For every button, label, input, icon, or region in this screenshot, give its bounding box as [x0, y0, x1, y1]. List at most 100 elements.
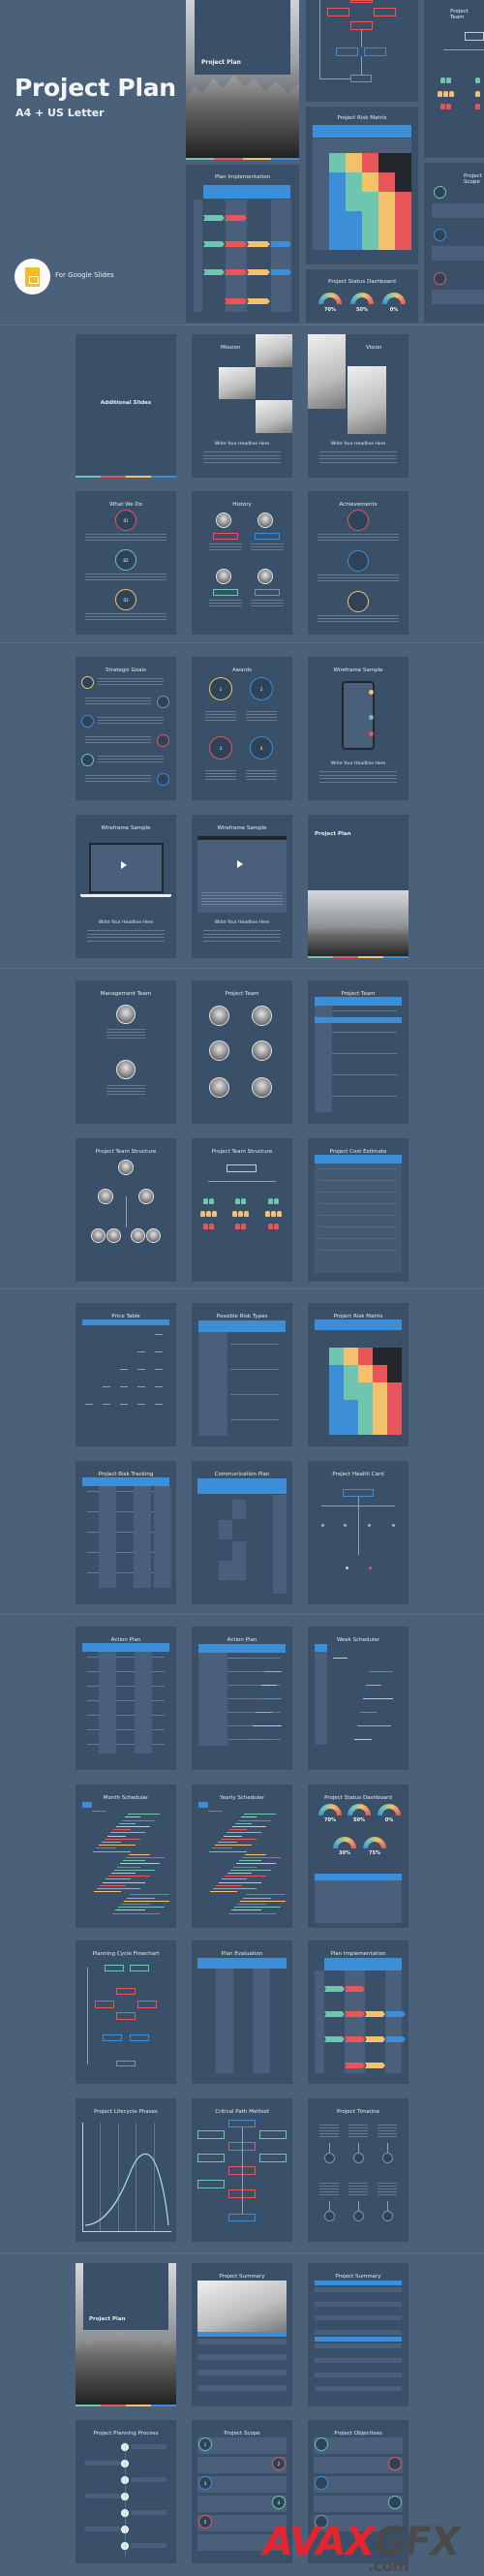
slide-thumbnail[interactable]: Planning Cycle Flowchart: [76, 1940, 176, 2084]
text-line: [251, 603, 284, 604]
flow-box: [197, 2180, 225, 2188]
slide-thumbnail[interactable]: Strategic Goals: [76, 657, 176, 800]
slide-thumbnail[interactable]: Wireframe Sample Write Your Headline Here: [192, 815, 292, 958]
schedule-bar: [240, 1900, 286, 1902]
slide-thumbnail[interactable]: What We Do 01 02 03: [76, 491, 176, 635]
slide-thumbnail[interactable]: Possible Risk Types: [192, 1303, 292, 1446]
schedule-bar: [209, 1850, 247, 1852]
slide-thumbnail[interactable]: Plan Evaluation: [192, 1940, 292, 2084]
price-cell: [155, 1369, 163, 1370]
slide-thumbnail[interactable]: Project Team Structure: [76, 1138, 176, 1282]
table-row: [315, 2343, 402, 2349]
schedule-bar: [228, 1658, 243, 1659]
slide-thumbnail[interactable]: Mission Write Your Headline Here: [192, 334, 292, 478]
slide-title: Project Summary: [335, 2274, 381, 2280]
slide-thumbnail[interactable]: Project Risk Matrix: [308, 1303, 408, 1446]
table-header: [315, 1319, 402, 1330]
avatar: [131, 1228, 145, 1243]
slide-thumbnail[interactable]: Management Team: [76, 980, 176, 1124]
slide-thumbnail[interactable]: Achievements: [308, 491, 408, 635]
curve-path: [84, 2153, 169, 2226]
slide-thumbnail[interactable]: Project Summary: [192, 2263, 292, 2406]
google-slides-icon: [25, 266, 40, 287]
text-line: [203, 458, 281, 459]
price-cell: [137, 1351, 145, 1352]
schedule-bar: [261, 1685, 277, 1686]
slide-thumbnail[interactable]: Action Plan: [192, 1627, 292, 1770]
slide-thumbnail[interactable]: Project Cost Estimate: [308, 1138, 408, 1282]
slide-thumbnail[interactable]: Vision Write Your Headline Here: [308, 334, 408, 478]
slide-thumbnail[interactable]: Project Planning Process 1 2 3 4 5 6 7: [76, 2420, 176, 2563]
table-row: [315, 2393, 402, 2399]
goal-icon: [81, 676, 94, 689]
schedule-bar: [228, 1912, 276, 1914]
slide-thumbnail[interactable]: Project Lifecycle Phases: [76, 2098, 176, 2242]
slide-thumbnail[interactable]: Price Table: [76, 1303, 176, 1446]
text-line: [318, 540, 399, 541]
slide-thumbnail[interactable]: Project Plan: [76, 2263, 176, 2406]
text-line: [378, 2183, 397, 2184]
slide-thumbnail[interactable]: Additional Slides: [76, 334, 176, 478]
slide-thumbnail[interactable]: History: [192, 491, 292, 635]
slide-thumbnail[interactable]: Project Plan: [308, 815, 408, 958]
slide-thumbnail[interactable]: Project Team: [308, 980, 408, 1124]
phase-chevron: [365, 2011, 385, 2017]
table-header: [82, 1319, 169, 1325]
schedule-bar: [127, 1897, 155, 1899]
slide-thumbnail[interactable]: Action Plan: [76, 1627, 176, 1770]
timeline-stem: [329, 2143, 330, 2153]
text-line: [246, 717, 277, 718]
slide-thumbnail[interactable]: Plan Implementation: [308, 1940, 408, 2084]
slide-thumbnail[interactable]: Project Summary: [308, 2263, 408, 2406]
table-header: [198, 1320, 286, 1332]
text-line: [98, 761, 164, 762]
schedule-bar: [225, 1876, 266, 1878]
slide-thumbnail[interactable]: Wireframe Sample Write Your Headline Here: [308, 657, 408, 800]
table-body: [315, 1880, 402, 1923]
flow-box: [255, 533, 280, 540]
slide-thumbnail[interactable]: Month Scheduler: [76, 1785, 176, 1928]
risk-cell: [395, 192, 411, 211]
timeline-icon: [382, 2153, 393, 2163]
slide-thumbnail[interactable]: Project Timeline: [308, 2098, 408, 2242]
slide-thumbnail[interactable]: Wireframe Sample Write Your Headline Here: [76, 815, 176, 958]
slide-thumbnail[interactable]: Critical Path Method: [192, 2098, 292, 2242]
slide-thumbnail[interactable]: Project Team: [192, 980, 292, 1124]
text-line: [246, 773, 277, 774]
schedule-bar: [118, 1907, 165, 1909]
headline: Write Your Headline Here: [214, 920, 270, 925]
person-icon: [203, 1224, 208, 1229]
text-line: [203, 461, 281, 463]
price-cell: [120, 1386, 128, 1387]
scope-step: 5: [198, 2515, 212, 2529]
goal-icon: [157, 734, 169, 747]
slide-thumbnail[interactable]: Project Team Structure: [192, 1138, 292, 1282]
table-cell: [219, 1520, 232, 1539]
table-cell: [232, 1541, 246, 1580]
objective-icon: [315, 2476, 328, 2490]
slide-thumbnail[interactable]: Yearly Scheduler: [192, 1785, 292, 1928]
text-line: [319, 2127, 339, 2128]
schedule-bar: [114, 1869, 155, 1871]
org-line: [126, 1196, 127, 1227]
schedule-bar: [333, 1658, 348, 1659]
text-line: [318, 580, 399, 581]
slide-thumbnail[interactable]: Communication Plan: [192, 1461, 292, 1604]
text-line: [319, 2183, 339, 2184]
slide-thumbnail[interactable]: Awards 1 2 3 4: [192, 657, 292, 800]
table-row: [315, 2322, 402, 2328]
phase-chevron: [345, 1986, 365, 1992]
slide-thumbnail[interactable]: Project Status Dashboard 70% 50% 0% 30% 75%: [308, 1785, 408, 1928]
text-line: [85, 781, 151, 782]
org-line: [208, 1181, 276, 1182]
schedule-bar: [218, 1842, 237, 1843]
slide-title: Plan Implementation: [330, 1951, 386, 1957]
risk-cell: [395, 153, 411, 172]
phase-chevron: [324, 2011, 345, 2017]
slide-title: Plan Implementation: [214, 174, 271, 180]
goal-icon: [157, 696, 169, 708]
slide-thumbnail[interactable]: Project Risk Tracking: [76, 1461, 176, 1604]
slide-thumbnail[interactable]: Week Scheduler: [308, 1627, 408, 1770]
text-line: [87, 933, 165, 935]
slide-thumbnail[interactable]: Project Health Card: [308, 1461, 408, 1604]
